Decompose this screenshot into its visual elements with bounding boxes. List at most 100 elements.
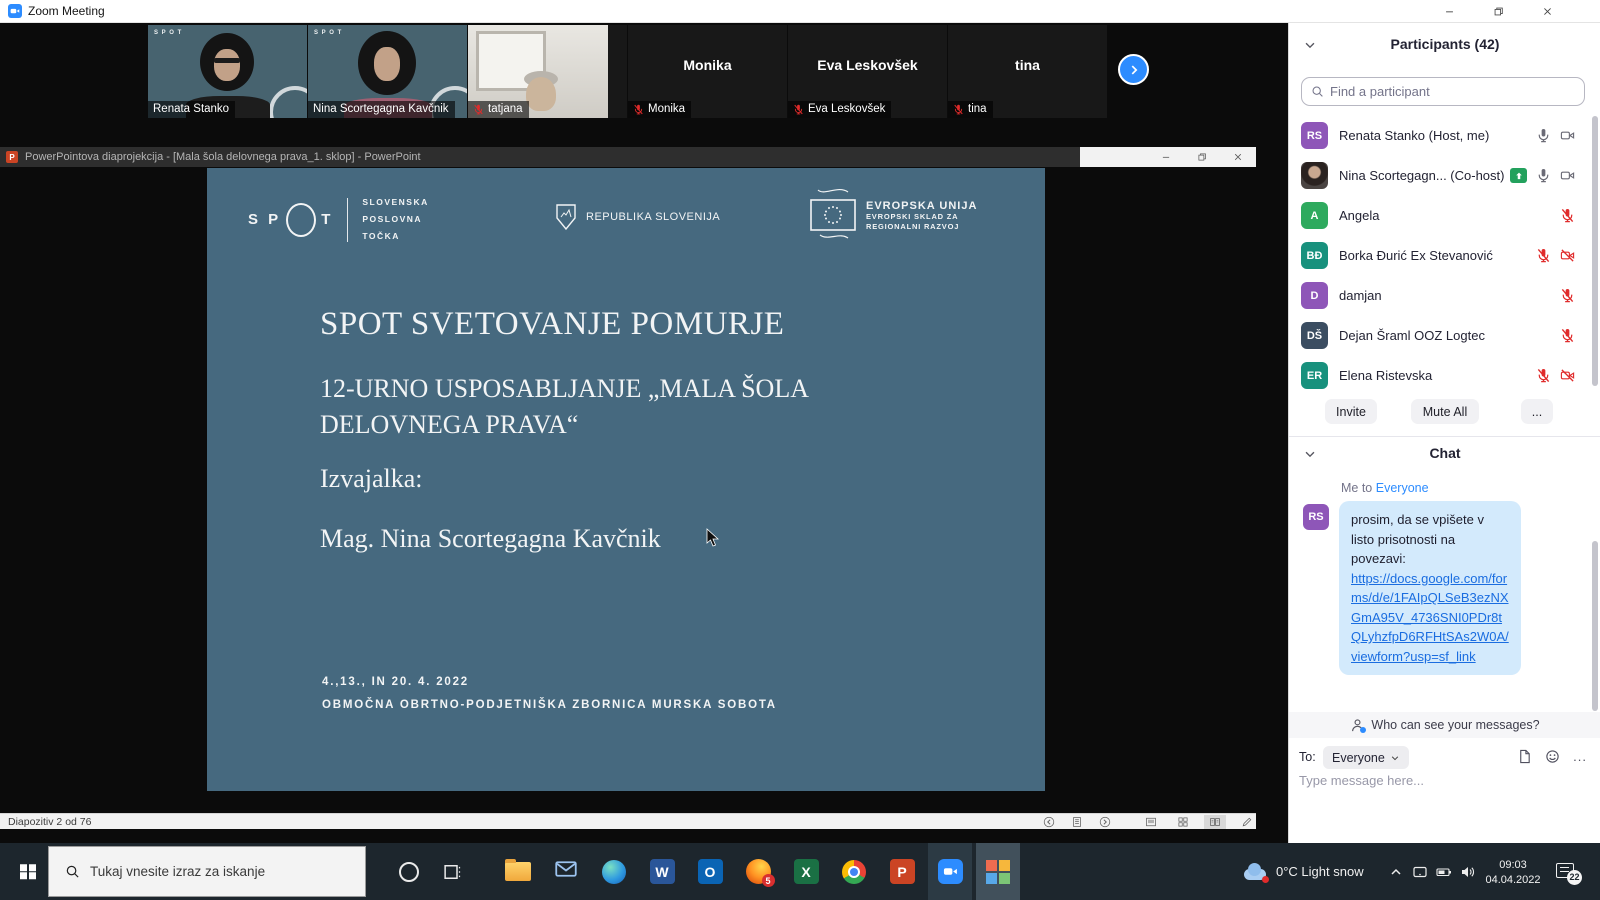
mail-button[interactable] — [544, 843, 588, 900]
participant-row[interactable]: BĐ Borka Đurić Ex Stevanović — [1289, 236, 1600, 276]
chat-message-input[interactable] — [1299, 773, 1579, 788]
task-view-button[interactable] — [436, 862, 468, 882]
zoom-camera-icon — [938, 859, 963, 884]
volume-tray-icon[interactable] — [1460, 843, 1476, 900]
participant-row[interactable]: RS Renata Stanko (Host, me) — [1289, 116, 1600, 156]
mic-muted-icon — [1560, 328, 1575, 343]
powerpoint-window-title: PowerPointova diaprojekcija - [Mala šola… — [25, 151, 421, 163]
chat-more-icon[interactable]: ... — [1573, 749, 1587, 764]
tablet-icon — [1412, 864, 1428, 880]
task-view-icon — [442, 862, 462, 882]
search-icon — [65, 864, 80, 879]
close-button[interactable] — [1530, 0, 1564, 23]
invite-button[interactable]: Invite — [1325, 399, 1377, 424]
message-recipient[interactable]: Everyone — [1376, 481, 1429, 495]
participant-row[interactable]: ER Elena Ristevska — [1289, 356, 1600, 396]
photos-app-button[interactable] — [976, 843, 1020, 900]
participant-search[interactable] — [1301, 77, 1585, 106]
action-center-button[interactable]: 22 — [1556, 843, 1576, 900]
video-tile-renata[interactable]: S P O T Renata Stanko — [148, 25, 307, 118]
participants-scrollbar[interactable] — [1592, 116, 1598, 386]
tray-expand-button[interactable] — [1388, 843, 1404, 900]
slide-presenter-name: Mag. Nina Scortegagna Kavčnik — [320, 524, 661, 554]
meeting-sidebar: Participants (42) RS Renata Stanko (Host… — [1288, 23, 1600, 843]
avatar: ER — [1301, 362, 1328, 389]
powerpoint-button[interactable]: P — [880, 843, 924, 900]
eu-logo: EVROPSKA UNIJA EVROPSKI SKLAD ZA REGIONA… — [810, 188, 977, 244]
reading-view-button[interactable] — [1204, 815, 1226, 829]
mic-muted-icon — [1560, 288, 1575, 303]
participant-row[interactable]: DŠ Dejan Šraml OOZ Logtec — [1289, 316, 1600, 356]
slide-venue-line: OBMOČNA OBRTNO-PODJETNIŠKA ZBORNICA MURS… — [322, 699, 777, 711]
pen-tool-button[interactable] — [1236, 815, 1258, 829]
tablet-mode-tray-icon[interactable] — [1412, 843, 1428, 900]
privacy-note-bar[interactable]: Who can see your messages? — [1289, 712, 1600, 738]
privacy-note-text: Who can see your messages? — [1371, 718, 1539, 732]
audio-tile-tina[interactable]: tina tina — [948, 25, 1107, 118]
video-tile-nina-active-speaker[interactable]: S P O T Nina Scortegagna Kavčnik — [308, 25, 467, 118]
chat-panel-title: Chat — [1289, 445, 1600, 461]
weather-icon — [1242, 863, 1268, 881]
participant-row[interactable]: Nina Scortegagn... (Co-host) — [1289, 156, 1600, 196]
ppt-restore-button[interactable] — [1184, 147, 1220, 167]
participant-name-label: tatjana — [468, 101, 529, 118]
next-slide-button[interactable] — [1094, 815, 1116, 829]
video-tile-tatjana[interactable]: tatjana — [468, 25, 627, 118]
file-attach-icon[interactable] — [1517, 749, 1532, 764]
search-icon — [1311, 85, 1324, 98]
word-icon: W — [650, 859, 675, 884]
chevron-up-icon — [1388, 864, 1404, 880]
avatar: DŠ — [1301, 322, 1328, 349]
muted-mic-icon — [793, 104, 804, 115]
taskbar-search[interactable] — [48, 846, 366, 897]
start-button[interactable] — [10, 864, 46, 880]
mute-all-button[interactable]: Mute All — [1411, 399, 1479, 424]
message-meta: Me to Everyone — [1341, 481, 1429, 495]
more-options-button[interactable]: ... — [1521, 399, 1553, 424]
excel-button[interactable]: X — [784, 843, 828, 900]
tray-date: 04.04.2022 — [1480, 873, 1546, 888]
battery-tray-icon[interactable] — [1436, 843, 1452, 900]
next-page-arrow-button[interactable] — [1118, 54, 1149, 85]
chat-scrollbar[interactable] — [1592, 541, 1598, 711]
edge-button[interactable] — [592, 843, 636, 900]
powerpoint-window-controls — [1080, 147, 1256, 167]
slide-sorter-view-button[interactable] — [1172, 815, 1194, 829]
restore-button[interactable] — [1481, 0, 1515, 23]
mail-icon — [554, 857, 578, 886]
tray-time: 09:03 — [1480, 858, 1546, 873]
chat-input-area[interactable] — [1299, 773, 1579, 788]
audio-tile-eva[interactable]: Eva Leskovšek Eva Leskovšek — [788, 25, 947, 118]
chrome-button[interactable] — [832, 843, 876, 900]
avatar: BĐ — [1301, 242, 1328, 269]
normal-view-button[interactable] — [1140, 815, 1162, 829]
audio-tile-monika[interactable]: Monika Monika — [628, 25, 787, 118]
chat-message-link[interactable]: https://docs.google.com/forms/d/e/1FAIpQ… — [1351, 569, 1509, 667]
file-explorer-button[interactable] — [496, 843, 540, 900]
minimize-button[interactable] — [1432, 0, 1466, 23]
previous-slide-button[interactable] — [1038, 815, 1060, 829]
taskbar-search-input[interactable] — [90, 864, 340, 879]
notes-button[interactable] — [1066, 815, 1088, 829]
clock-tray-item[interactable]: 09:03 04.04.2022 — [1480, 843, 1546, 900]
window-title: Zoom Meeting — [28, 4, 105, 18]
participant-search-input[interactable] — [1330, 84, 1560, 99]
muted-mic-icon — [633, 104, 644, 115]
ppt-minimize-button[interactable] — [1148, 147, 1184, 167]
outlook-button[interactable]: O — [688, 843, 732, 900]
weather-text: 0°C Light snow — [1276, 864, 1364, 879]
notification-count-badge: 22 — [1567, 870, 1582, 885]
edge-icon — [602, 860, 626, 884]
participant-name-label: tina — [948, 101, 993, 118]
firefox-button[interactable]: 5 — [736, 843, 780, 900]
weather-tray-item[interactable]: 0°C Light snow — [1242, 843, 1364, 900]
participant-row[interactable]: D damjan — [1289, 276, 1600, 316]
participant-row[interactable]: A Angela — [1289, 196, 1600, 236]
camera-on-icon — [1560, 128, 1575, 143]
zoom-taskbar-button[interactable] — [928, 843, 972, 900]
ppt-close-button[interactable] — [1220, 147, 1256, 167]
cortana-button[interactable] — [394, 862, 424, 882]
emoji-icon[interactable] — [1545, 749, 1560, 764]
recipient-dropdown[interactable]: Everyone — [1323, 746, 1409, 769]
word-button[interactable]: W — [640, 843, 684, 900]
